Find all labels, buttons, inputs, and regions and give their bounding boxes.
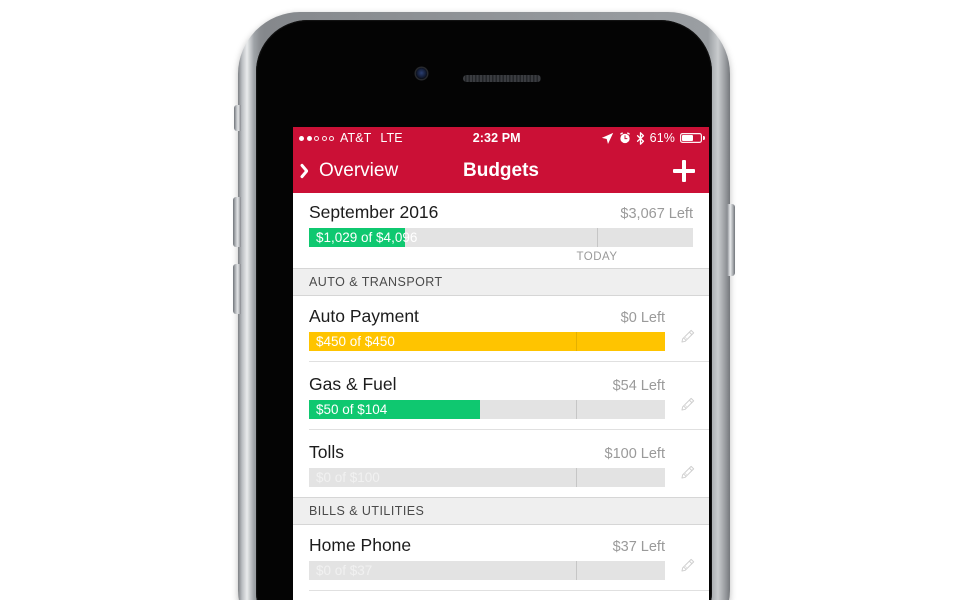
today-marker-line <box>597 228 598 247</box>
budget-progress-track: $0 of $100 <box>309 468 665 487</box>
budget-row[interactable]: Home Phone $37 Left $0 of $37 <box>293 525 709 580</box>
pencil-icon <box>681 329 695 343</box>
budget-row-head: Auto Payment $0 Left <box>309 306 665 332</box>
section-header: AUTO & TRANSPORT <box>293 268 709 296</box>
back-button-overview[interactable]: Overview <box>293 160 398 182</box>
battery-icon <box>680 133 706 143</box>
carrier-label: AT&T <box>340 131 372 145</box>
budget-row-main: Home Phone $37 Left $0 of $37 <box>309 535 665 580</box>
status-bar: AT&T LTE 2:32 PM 61% <box>293 127 709 149</box>
budget-category-label: Home Phone <box>309 535 412 555</box>
budget-progress-label: $0 of $100 <box>316 470 380 485</box>
budget-progress-track: $450 of $450 <box>309 332 665 351</box>
row-spacer <box>293 580 709 590</box>
alarm-clock-icon <box>619 132 630 144</box>
pencil-icon <box>681 558 695 572</box>
budget-row[interactable]: Auto Payment $0 Left $450 of $450 <box>293 296 709 351</box>
pencil-icon <box>681 397 695 411</box>
budget-row[interactable]: Tolls $100 Left $0 of $100 <box>293 432 709 487</box>
row-spacer <box>293 351 709 361</box>
back-button-label: Overview <box>319 160 399 181</box>
phone-device-frame: AT&T LTE 2:32 PM 61% Overview Budgets Se… <box>233 12 735 600</box>
summary-progress-label: $1,029 of $4,096 <box>316 230 418 245</box>
budget-category-label: Auto Payment <box>309 306 419 326</box>
clock-label: 2:32 PM <box>472 131 521 145</box>
navigation-bar: Overview Budgets <box>293 149 709 193</box>
row-spacer <box>293 419 709 429</box>
edit-budget-button[interactable] <box>665 535 709 580</box>
summary-left-label: $3,067 Left <box>620 206 693 222</box>
edit-budget-button[interactable] <box>665 306 709 351</box>
budget-row-head: Tolls $100 Left <box>309 442 665 468</box>
budget-category-label: Gas & Fuel <box>309 374 397 394</box>
screenshot-canvas: AT&T LTE 2:32 PM 61% Overview Budgets Se… <box>0 0 960 600</box>
budget-remaining-label: $0 Left <box>620 310 665 326</box>
add-budget-button[interactable] <box>673 160 695 182</box>
budget-list: September 2016 $3,067 Left $1,029 of $4,… <box>293 193 709 591</box>
budget-progress-label: $50 of $104 <box>316 402 388 417</box>
silent-switch-button[interactable] <box>234 105 241 131</box>
phone-screen: AT&T LTE 2:32 PM 61% Overview Budgets Se… <box>293 127 709 600</box>
budget-progress-label: $450 of $450 <box>316 334 395 349</box>
edit-budget-button[interactable] <box>665 374 709 419</box>
budget-category-label: Tolls <box>309 442 345 462</box>
budget-progress-label: $0 of $37 <box>316 563 373 578</box>
edit-budget-button[interactable] <box>665 442 709 487</box>
section-header: BILLS & UTILITIES <box>293 497 709 525</box>
today-marker-line <box>576 400 577 419</box>
budget-remaining-label: $100 Left <box>604 446 665 462</box>
row-spacer <box>293 487 709 497</box>
bluetooth-icon <box>636 131 644 145</box>
monthly-summary-row[interactable]: September 2016 $3,067 Left $1,029 of $4,… <box>293 193 709 268</box>
budget-row-main: Auto Payment $0 Left $450 of $450 <box>309 306 665 351</box>
phone-front-face: AT&T LTE 2:32 PM 61% Overview Budgets Se… <box>256 20 712 600</box>
budget-row-head: Gas & Fuel $54 Left <box>309 374 665 400</box>
front-camera-icon <box>416 68 427 79</box>
summary-progress-track: $1,029 of $4,096 <box>309 228 693 247</box>
signal-strength-icon <box>299 135 334 141</box>
today-marker-line <box>576 561 577 580</box>
summary-month-label: September 2016 <box>309 202 439 222</box>
budget-progress-track: $50 of $104 <box>309 400 665 419</box>
budget-row-head: Home Phone $37 Left <box>309 535 665 561</box>
budget-remaining-label: $54 Left <box>612 378 665 394</box>
power-button[interactable] <box>727 204 735 276</box>
today-marker-line <box>576 332 577 351</box>
budget-progress-track: $0 of $37 <box>309 561 665 580</box>
pencil-icon <box>681 465 695 479</box>
budget-sections: AUTO & TRANSPORT Auto Payment $0 Left $450 … <box>293 268 709 591</box>
earpiece-speaker-grille <box>463 75 541 82</box>
volume-up-button[interactable] <box>233 197 241 247</box>
chevron-left-icon <box>303 162 314 180</box>
battery-percent-label: 61% <box>649 131 675 145</box>
location-arrow-icon <box>601 132 613 144</box>
budget-row-main: Gas & Fuel $54 Left $50 of $104 <box>309 374 665 419</box>
budget-row[interactable]: Gas & Fuel $54 Left $50 of $104 <box>293 364 709 419</box>
budget-remaining-label: $37 Left <box>612 539 665 555</box>
today-marker-line <box>576 468 577 487</box>
today-caption-wrap: TODAY <box>309 247 693 268</box>
network-type-label: LTE <box>380 131 403 145</box>
row-separator <box>309 590 709 591</box>
budget-row-main: Tolls $100 Left $0 of $100 <box>309 442 665 487</box>
volume-down-button[interactable] <box>233 264 241 314</box>
today-caption: TODAY <box>576 251 618 263</box>
